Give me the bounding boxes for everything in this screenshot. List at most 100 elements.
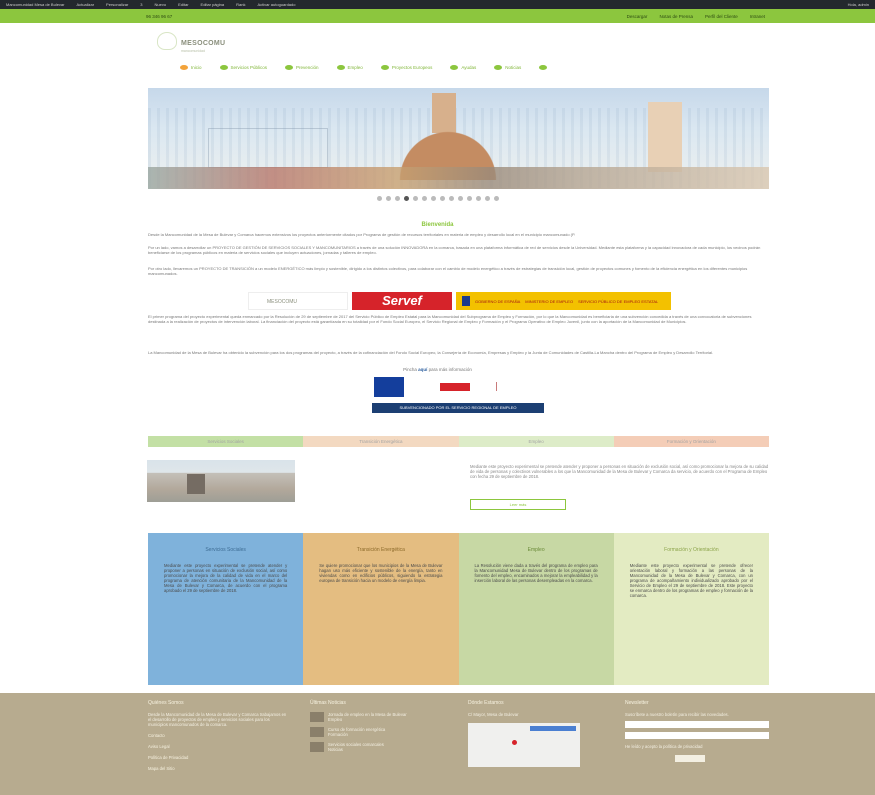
grants-icon [450,64,459,70]
location-map[interactable] [468,723,580,767]
slider-dot[interactable] [493,196,499,201]
slider-dot[interactable] [457,196,463,201]
newsletter-text: Suscríbete a nuestro boletín para recibi… [625,712,729,717]
admin-bar-item[interactable]: Mancomunidad Mesa de Bulevar [6,2,64,7]
admin-bar-item[interactable]: Editar página [201,2,225,7]
admin-bar-item[interactable]: Activar autoguardado [257,2,295,7]
services-icon [219,64,228,70]
top-link[interactable]: Notas de Prensa [659,14,693,19]
nav-item-grants[interactable]: Ayudas [450,64,477,70]
government-name: GOBIERNO DE ESPAÑA [475,298,521,304]
map-directions-bar[interactable] [530,726,576,731]
subscribe-button[interactable] [675,755,705,762]
main-nav: Inicio Servicios Públicos Prevención Emp… [180,62,770,72]
footer-link[interactable]: Aviso Legal [148,744,288,749]
more-suffix: para más información [428,367,472,372]
admin-bar-item[interactable]: Editar [178,2,188,7]
card-employment[interactable]: Empleo La Resolución viene dada a través… [458,533,614,685]
card-text: Mediante este proyecto experimental se p… [629,563,753,598]
footer-posts: Últimas Noticias Jornada de empleo en la… [310,701,450,757]
tab-employment[interactable]: Empleo [458,436,614,447]
nav-item-prevention[interactable]: Prevención [285,64,319,70]
card-social-services[interactable]: Servicios Sociales Mediante este proyect… [148,533,304,685]
slider-dot[interactable] [394,196,400,201]
slider-dot[interactable] [484,196,490,201]
card-title: Servicios Sociales [205,547,246,553]
nav-item-projects[interactable]: Proyectos Europeos [380,64,432,70]
top-link[interactable]: Intranet [750,14,765,19]
card-title: Formación y Orientación [664,547,719,553]
more-info-line: Pincha aquí para más información [0,367,875,372]
nav-item-home[interactable]: Inicio [180,64,202,70]
employment-icon [336,64,345,70]
nav-item-services[interactable]: Servicios Públicos [219,64,267,70]
footer-newsletter: Newsletter Suscríbete a nuestro boletín … [625,701,775,762]
newsletter-email-field[interactable] [625,732,769,739]
card-energy-transition[interactable]: Transición Energética Se quiere promocio… [303,533,459,685]
tab-social-services[interactable]: Servicios Sociales [148,436,304,447]
admin-bar: Mancomunidad Mesa de Bulevar Actualizar … [0,0,875,9]
admin-bar-item[interactable]: Actualizar [76,2,94,7]
slider-dot[interactable] [376,196,382,201]
more-info-link[interactable]: aquí [418,367,427,372]
footer-heading: Últimas Noticias [310,700,346,706]
phone-number: 96 346 96 67 [146,13,173,19]
top-link[interactable]: Perfil del Cliente [705,14,738,19]
footer-heading: Newsletter [625,700,649,706]
post-meta: Formación [328,732,348,737]
privacy-checkbox-label[interactable]: He leído y acepto la política de privaci… [625,744,775,749]
welcome-title: Bienvenida [421,222,454,228]
top-info-bar: 96 346 96 67 Descargar Notas de Prensa P… [0,9,875,23]
card-training[interactable]: Formación y Orientación Mediante este pr… [613,533,769,685]
top-link[interactable]: Descargar [627,14,648,19]
admin-bar-item[interactable]: Rank [236,2,245,7]
spain-flag-icon [462,296,470,306]
top-links: Descargar Notas de Prensa Perfil del Cli… [627,14,765,19]
projects-icon [380,64,389,70]
admin-bar-item[interactable]: Nuevo [155,2,167,7]
hero-slider[interactable] [148,88,769,189]
building-photo [147,460,295,502]
admin-bar-user[interactable]: Hola, admin [848,2,869,7]
footer-link[interactable]: Contacto [148,733,288,738]
newsletter-name-field[interactable] [625,721,769,728]
feature-cards: Servicios Sociales Mediante este proyect… [148,533,769,685]
welcome-paragraph: Por un lado, vamos a desarrollar un PROY… [148,245,761,255]
slider-dot[interactable] [403,196,409,201]
prevention-icon [285,64,294,70]
servef-logo: Servef [352,292,452,310]
slider-dot[interactable] [412,196,418,201]
nav-item-news[interactable]: Noticias [494,64,521,70]
slider-dot[interactable] [385,196,391,201]
site-footer: Quiénes Somos Desde la Mancomunidad de l… [0,693,875,795]
nav-label: Empleo [347,64,363,70]
slider-dot[interactable] [448,196,454,201]
site-logo[interactable]: MESOCOMU mancomunidad [157,32,267,58]
tab-energy-transition[interactable]: Transición Energética [303,436,459,447]
admin-bar-item[interactable]: 3 [140,2,142,7]
footer-post[interactable]: Curso de formación energética Formación [310,727,450,737]
post-thumbnail [310,727,324,737]
slider-dot[interactable] [439,196,445,201]
footer-post[interactable]: Jornada de empleo en la Mesa de Bulevar E… [310,712,450,722]
map-pin-icon [512,740,517,745]
admin-bar-item[interactable]: Personalizar [106,2,128,7]
slider-dot[interactable] [430,196,436,201]
nav-item-more[interactable] [539,64,548,70]
slider-dot[interactable] [466,196,472,201]
footer-link[interactable]: Política de Privacidad [148,755,288,760]
nav-label: Ayudas [461,64,477,70]
card-text: Se quiere promocionar que los municipios… [319,563,443,583]
government-logo: GOBIERNO DE ESPAÑA MINISTERIO DE EMPLEO … [456,292,671,310]
footer-link[interactable]: Mapa del Sitio [148,766,288,771]
read-more-button[interactable]: Leer más [470,499,566,510]
service-name: SERVICIO PÚBLICO DE EMPLEO ESTATAL [578,298,659,304]
welcome-paragraph: Por otro lado, llevaremos un PROYECTO DE… [148,266,748,276]
footer-post[interactable]: Servicios sociales comarcales Noticias [310,742,450,752]
tab-training[interactable]: Formación y Orientación [613,436,769,447]
slider-dot[interactable] [475,196,481,201]
nav-item-employment[interactable]: Empleo [336,64,363,70]
card-title: Transición Energética [356,547,405,553]
footer-location: Dónde Estamos C/ Mayor, Mesa de Bulevar [468,701,608,767]
slider-dot[interactable] [421,196,427,201]
